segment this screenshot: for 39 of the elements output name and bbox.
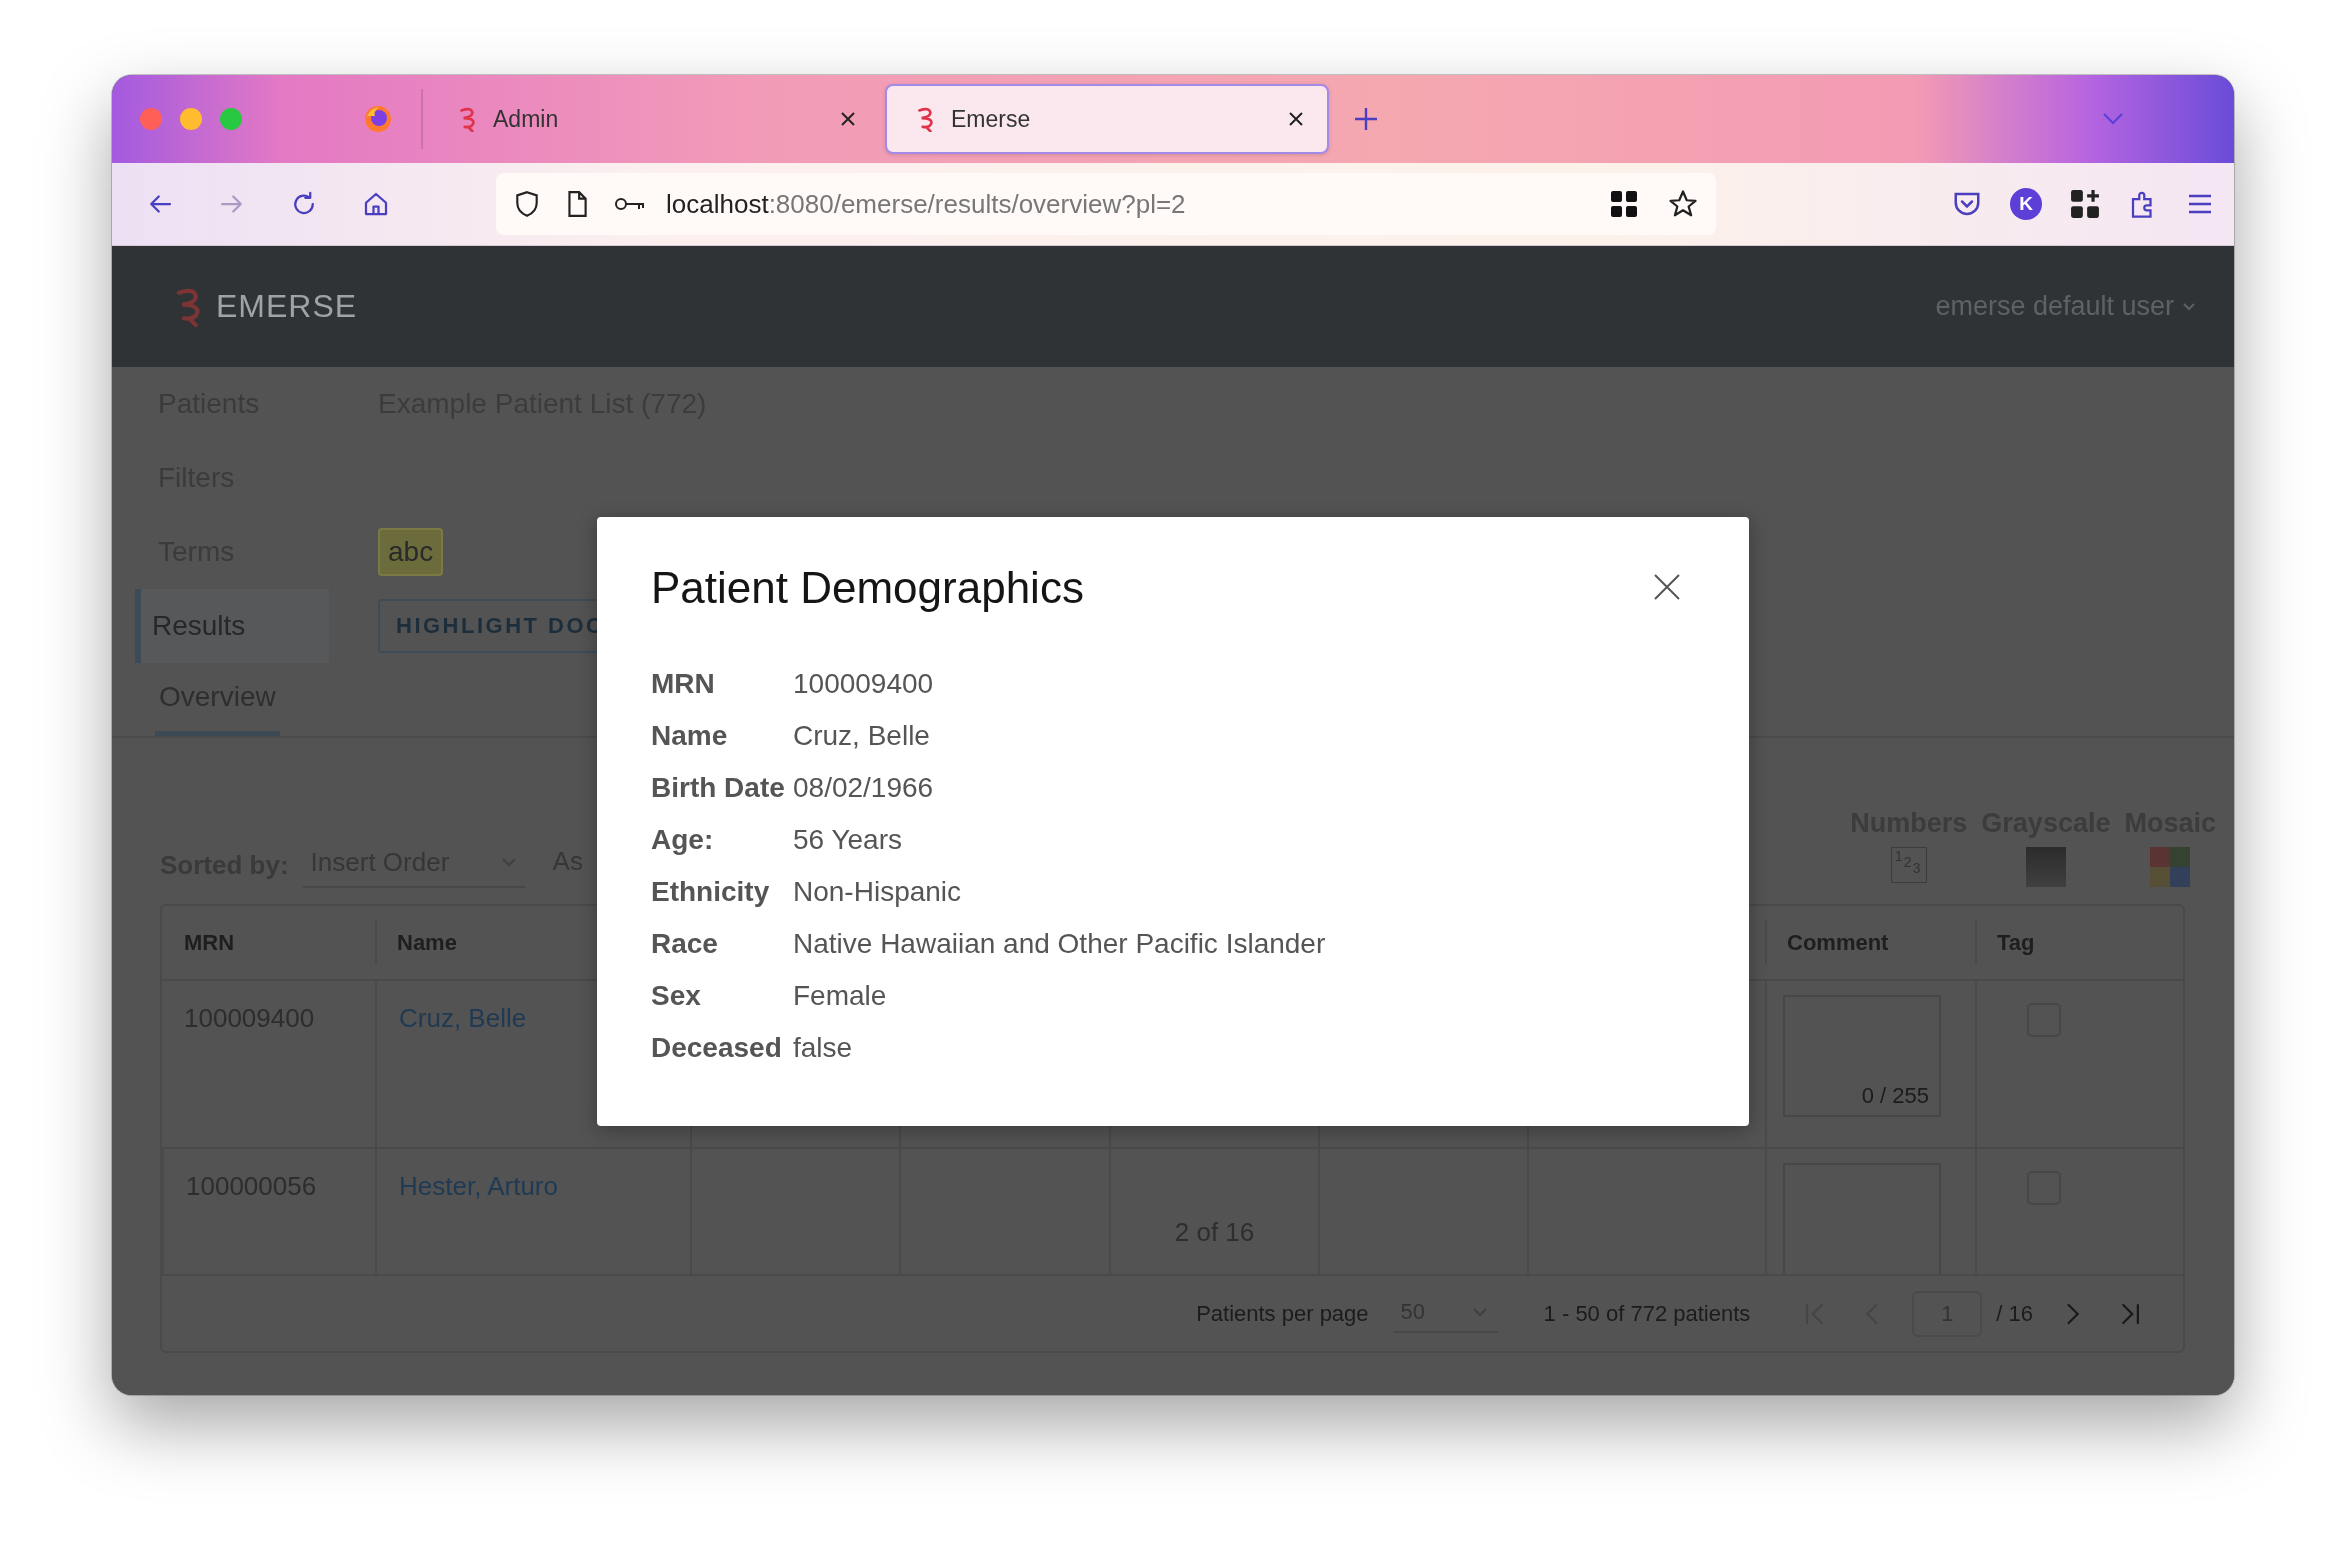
browser-logo-icon[interactable] xyxy=(363,104,393,134)
field-value: 56 Years xyxy=(793,823,903,857)
browser-tab[interactable]: Admin xyxy=(429,84,879,154)
field-label: Ethnicity xyxy=(651,875,771,909)
term-tag[interactable]: abc xyxy=(378,528,444,576)
field-value: 08/02/1966 xyxy=(793,771,935,805)
range-text: 1 - 50 of 772 patients xyxy=(1543,1300,1751,1327)
field-label: MRN xyxy=(651,667,716,701)
field-label: Deceased xyxy=(651,1031,783,1065)
qr-code-icon[interactable] xyxy=(1610,190,1638,218)
menu-icon[interactable] xyxy=(2186,192,2214,216)
star-icon[interactable] xyxy=(1668,189,1698,219)
field-label: Birth Date xyxy=(651,771,786,805)
chevron-down-icon xyxy=(2182,301,2196,312)
field-value: false xyxy=(793,1031,854,1065)
comment-field[interactable]: 0 / 255 xyxy=(1783,995,1941,1117)
page-icon[interactable] xyxy=(566,190,588,218)
close-icon[interactable] xyxy=(1287,110,1305,128)
per-page-label: Patients per page xyxy=(1196,1300,1369,1327)
field-value: 100009400 xyxy=(793,667,935,701)
total-pages: / 16 xyxy=(1996,1300,2033,1327)
last-page-icon xyxy=(2121,1302,2139,1325)
new-tab-icon[interactable] xyxy=(1353,106,1379,132)
browser-tab[interactable]: Emerse xyxy=(885,84,1329,154)
url-text[interactable]: localhost:8080/emerse/results/overview?pl=2 xyxy=(666,188,1186,220)
field-value: Cruz, Belle xyxy=(793,719,931,753)
brand-name: EMERSE xyxy=(216,288,358,325)
address-bar[interactable]: localhost:8080/emerse/results/overview?pl=2 xyxy=(496,173,1716,235)
dialog-title: Patient Demographics xyxy=(651,563,1084,613)
close-icon[interactable] xyxy=(839,110,857,128)
field-label: Sex xyxy=(651,979,702,1013)
field-value: Female xyxy=(793,979,888,1013)
account-avatar[interactable]: K xyxy=(2010,188,2042,220)
field-label: Age: xyxy=(651,823,715,857)
grid-plus-icon[interactable] xyxy=(2070,189,2100,219)
shield-icon[interactable] xyxy=(514,190,540,218)
field-value: Native Hawaiian and Other Pacific Islander xyxy=(793,927,1327,961)
field-label: Name xyxy=(651,719,729,753)
field-value: Non-Hispanic xyxy=(793,875,963,909)
